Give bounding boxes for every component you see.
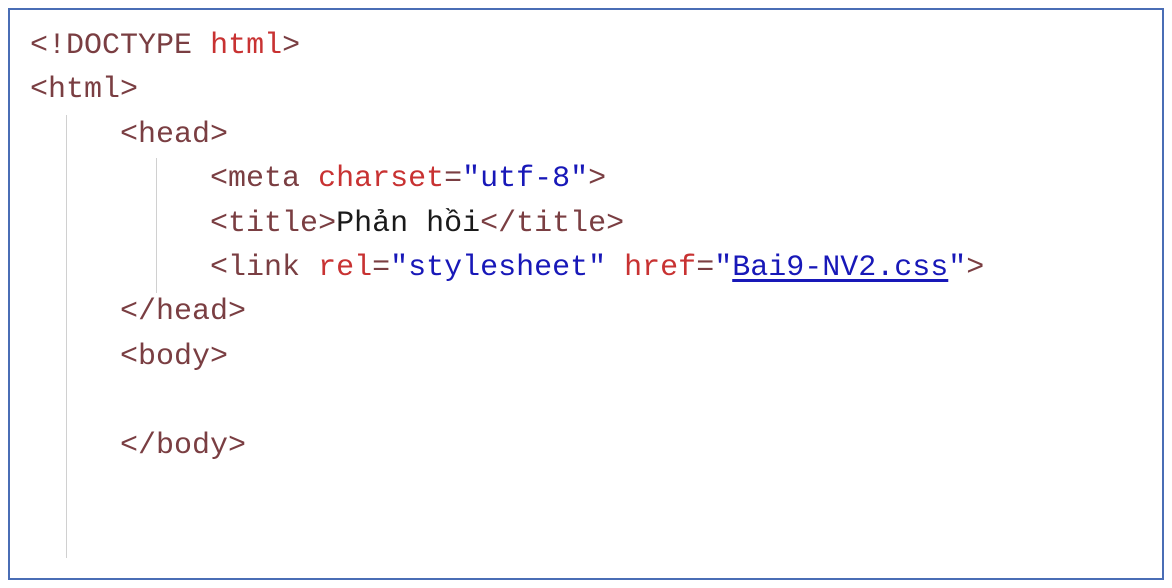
tag-html: html xyxy=(48,73,120,107)
space xyxy=(300,162,318,196)
code-line-8: <body> xyxy=(30,335,1142,379)
tag-body: body xyxy=(138,340,210,374)
tag-body-close: body xyxy=(156,429,228,463)
attr-href: href xyxy=(624,251,696,285)
punct-close: > xyxy=(282,29,300,63)
punct-open: < xyxy=(210,162,228,196)
tag-meta: meta xyxy=(228,162,300,196)
code-line-5: <title>Phản hồi</title> xyxy=(30,202,1142,246)
doctype-keyword: DOCTYPE xyxy=(66,29,192,63)
punct-open-close: </ xyxy=(120,429,156,463)
code-line-10: </body> xyxy=(30,424,1142,468)
punct-close: > xyxy=(966,251,984,285)
indent xyxy=(30,162,210,196)
punct-close: > xyxy=(228,429,246,463)
quote-close: " xyxy=(948,251,966,285)
code-line-9 xyxy=(30,379,1142,423)
punct-open: < xyxy=(30,73,48,107)
equals: = xyxy=(444,162,462,196)
tag-title-close: title xyxy=(516,207,606,241)
indent xyxy=(30,251,210,285)
indent xyxy=(30,118,120,152)
quote-open: " xyxy=(714,251,732,285)
tag-link: link xyxy=(228,251,300,285)
punct-close: > xyxy=(210,340,228,374)
code-line-3: <head> xyxy=(30,113,1142,157)
title-text: Phản hồi xyxy=(336,207,480,241)
space xyxy=(192,29,210,63)
punct-close: > xyxy=(228,295,246,329)
punct-open: <! xyxy=(30,29,66,63)
href-link-value[interactable]: Bai9-NV2.css xyxy=(732,251,948,285)
punct-open: < xyxy=(210,251,228,285)
punct-close: > xyxy=(120,73,138,107)
attr-rel: rel xyxy=(318,251,372,285)
punct-close: > xyxy=(210,118,228,152)
code-line-1: <!DOCTYPE html> xyxy=(30,24,1142,68)
indent xyxy=(30,384,120,418)
indent xyxy=(30,295,120,329)
punct-close: > xyxy=(588,162,606,196)
space xyxy=(300,251,318,285)
equals: = xyxy=(372,251,390,285)
html-keyword: html xyxy=(210,29,282,63)
code-editor-panel: <!DOCTYPE html> <html> <head> <meta char… xyxy=(8,8,1164,580)
punct-close: > xyxy=(606,207,624,241)
indent xyxy=(30,207,210,241)
code-line-4: <meta charset="utf-8"> xyxy=(30,157,1142,201)
punct-open: < xyxy=(210,207,228,241)
punct-open: < xyxy=(120,118,138,152)
val-stylesheet: "stylesheet" xyxy=(390,251,606,285)
code-line-2: <html> xyxy=(30,68,1142,112)
punct-open: < xyxy=(120,340,138,374)
punct-open-close: </ xyxy=(120,295,156,329)
space xyxy=(606,251,624,285)
punct-open-close: </ xyxy=(480,207,516,241)
equals: = xyxy=(696,251,714,285)
indent xyxy=(30,429,120,463)
val-utf8: "utf-8" xyxy=(462,162,588,196)
code-line-7: </head> xyxy=(30,290,1142,334)
tag-title: title xyxy=(228,207,318,241)
punct-close: > xyxy=(318,207,336,241)
code-line-6: <link rel="stylesheet" href="Bai9-NV2.cs… xyxy=(30,246,1142,290)
attr-charset: charset xyxy=(318,162,444,196)
tag-head: head xyxy=(138,118,210,152)
tag-head-close: head xyxy=(156,295,228,329)
indent xyxy=(30,340,120,374)
